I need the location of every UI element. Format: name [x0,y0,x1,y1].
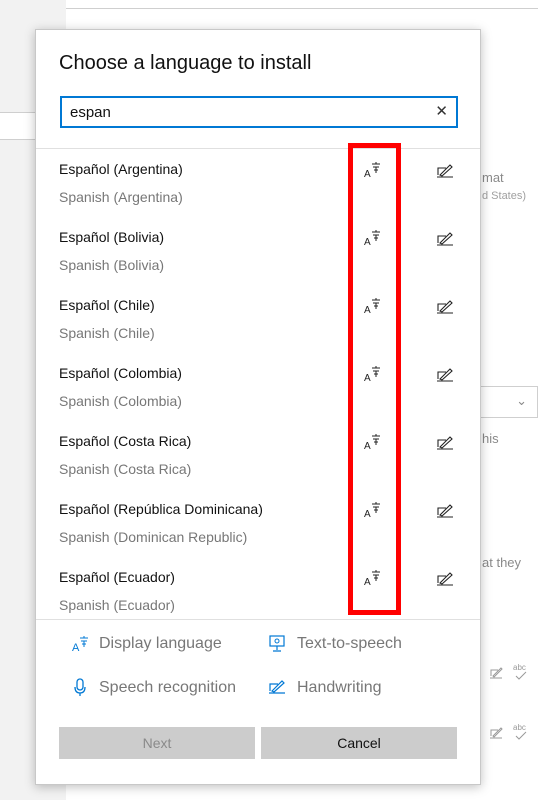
background-search-box [0,112,37,140]
language-list-item[interactable]: Español (Chile) Spanish (Chile) A [36,285,480,353]
language-list-item[interactable]: Español (Ecuador) Spanish (Ecuador) A [36,557,480,619]
handwriting-icon [437,164,453,178]
clear-search-icon[interactable]: ✕ [435,103,448,121]
language-english-name: Spanish (Ecuador) [59,597,175,613]
language-native-name: Español (Costa Rica) [59,433,192,449]
choose-language-dialog: Choose a language to install ✕ Español (… [35,29,481,785]
language-native-name: Español (Bolivia) [59,229,165,245]
handwriting-icon [437,368,453,382]
handwriting-icon [490,667,503,679]
svg-text:A: A [72,642,80,653]
language-search-input[interactable] [70,103,420,121]
language-english-name: Spanish (Costa Rica) [59,461,192,477]
legend-display-language: Display language [99,635,222,652]
language-native-name: Español (Colombia) [59,365,182,381]
language-english-name: Spanish (Colombia) [59,393,182,409]
language-english-name: Spanish (Dominican Republic) [59,529,248,545]
language-list-item[interactable]: Español (Colombia) Spanish (Colombia) A [36,353,480,421]
language-native-name: Español (República Dominicana) [59,501,263,517]
language-list-item[interactable]: Español (Costa Rica) Spanish (Costa Rica)… [36,421,480,489]
legend-speech-recognition: Speech recognition [99,679,236,696]
legend-text-to-speech: Text-to-speech [297,635,402,652]
language-list-item[interactable]: Español (Argentina) Spanish (Argentina) A [36,149,480,217]
divider [36,619,480,620]
svg-text:abc: abc [513,723,526,732]
legend-handwriting: Handwriting [297,679,382,696]
handwriting-icon [437,572,453,586]
chevron-down-icon: ⌄ [516,393,527,408]
handwriting-icon [437,436,453,450]
language-native-name: Español (Ecuador) [59,569,175,585]
language-english-name: Spanish (Argentina) [59,189,183,205]
handwriting-icon [437,504,453,518]
display-language-icon: A [72,636,88,653]
next-button[interactable]: Next [59,727,255,759]
background-text-fragment: his [482,431,499,446]
background-text-fragment: mat [482,170,504,185]
background-text-fragment: at they [482,555,522,570]
language-english-name: Spanish (Bolivia) [59,257,165,273]
text-to-speech-icon [269,635,285,652]
svg-text:abc: abc [513,663,526,672]
spell-check-icon: abc [513,723,527,740]
background-text-fragment: d States) [482,190,527,202]
language-list-item[interactable]: Español (República Dominicana) Spanish (D… [36,489,480,557]
handwriting-icon [437,300,453,314]
cancel-button[interactable]: Cancel [261,727,457,759]
language-native-name: Español (Chile) [59,297,155,313]
language-list[interactable]: Español (Argentina) Spanish (Argentina) A E… [36,149,480,619]
language-native-name: Español (Argentina) [59,161,183,177]
spell-check-icon: abc [513,663,527,680]
handwriting-icon [437,232,453,246]
language-english-name: Spanish (Chile) [59,325,155,341]
highlight-box [348,143,401,615]
background-header [66,0,538,9]
microphone-icon [74,678,86,696]
handwriting-icon [269,680,285,694]
language-list-item[interactable]: Español (Bolivia) Spanish (Bolivia) A [36,217,480,285]
language-search-box[interactable]: ✕ [60,96,458,128]
background-dropdown: ⌄ [480,386,538,418]
handwriting-icon [490,727,503,739]
dialog-title: Choose a language to install [59,52,312,74]
